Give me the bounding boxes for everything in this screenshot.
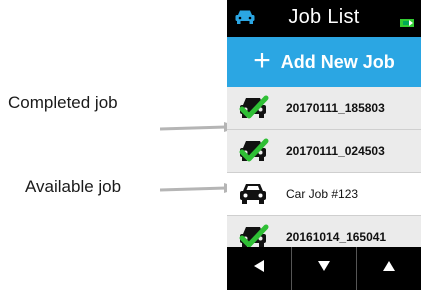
completed-car-icon bbox=[237, 138, 269, 169]
down-button[interactable] bbox=[292, 247, 357, 290]
job-name: 20170111_024503 bbox=[286, 144, 385, 158]
job-name: 20161014_165041 bbox=[286, 230, 387, 244]
job-list: 20170111_185803 20170111_024503 Car Job … bbox=[227, 87, 421, 259]
down-arrow-icon bbox=[317, 259, 331, 278]
completed-job-callout: Completed job bbox=[8, 93, 118, 112]
car-icon bbox=[237, 181, 269, 212]
up-button[interactable] bbox=[357, 247, 421, 290]
job-name: Car Job #123 bbox=[286, 187, 359, 201]
battery-icon bbox=[400, 14, 415, 27]
add-new-job-label: Add New Job bbox=[280, 51, 395, 72]
device-screen: Job List + Add New Job 20170111_185803 2… bbox=[227, 0, 421, 290]
plus-icon: + bbox=[253, 43, 271, 77]
job-name: 20170111_185803 bbox=[286, 101, 385, 115]
navigation-bar bbox=[227, 247, 421, 290]
status-bar: Job List bbox=[227, 0, 421, 37]
left-button[interactable] bbox=[227, 247, 292, 290]
add-new-job-button[interactable]: + Add New Job bbox=[227, 37, 421, 87]
job-row-completed[interactable]: 20170111_024503 bbox=[227, 130, 421, 173]
job-row-completed[interactable]: 20170111_185803 bbox=[227, 87, 421, 130]
left-arrow-icon bbox=[252, 259, 266, 278]
job-row-available[interactable]: Car Job #123 bbox=[227, 173, 421, 216]
completed-car-icon bbox=[237, 95, 269, 126]
up-arrow-icon bbox=[382, 259, 396, 278]
page-title: Job List bbox=[288, 6, 360, 28]
available-job-callout: Available job bbox=[25, 177, 122, 196]
